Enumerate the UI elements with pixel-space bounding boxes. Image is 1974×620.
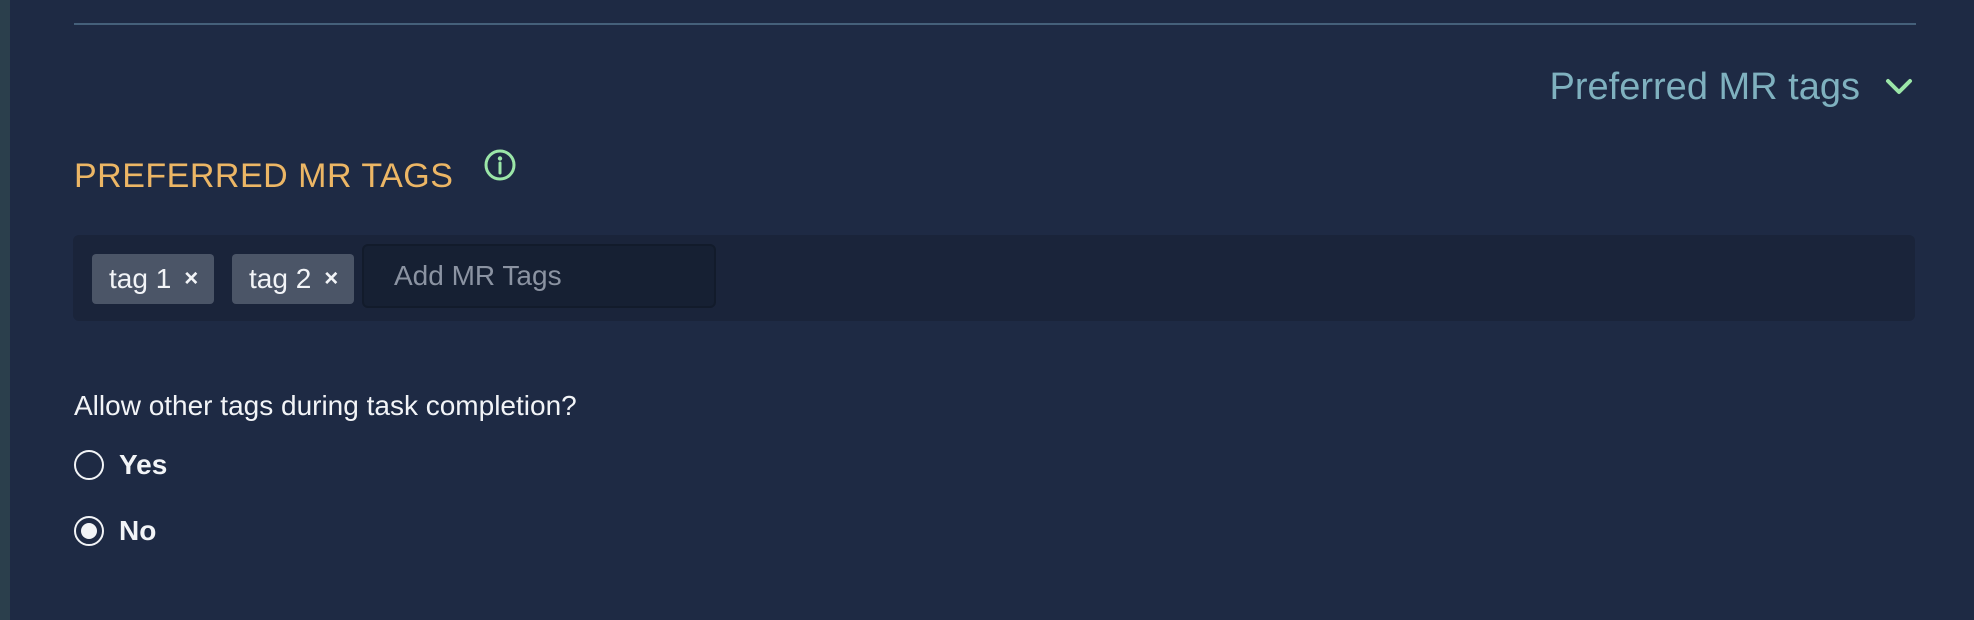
add-mr-tags-input[interactable] [362,244,716,308]
tag-chip-label: tag 2 [249,263,312,294]
section-heading: PREFERRED MR TAGS [74,157,454,195]
section-divider [74,23,1916,25]
info-icon[interactable] [483,148,517,182]
remove-tag-icon[interactable]: × [324,265,338,293]
left-edge-strip [0,0,10,620]
section-toggle-label: Preferred MR tags [1549,66,1860,108]
tag-chip-label: tag 1 [109,263,172,294]
chevron-down-icon [1886,79,1912,94]
remove-tag-icon[interactable]: × [184,265,198,293]
radio-label-no: No [119,515,157,546]
allow-other-tags-question: Allow other tags during task completion? [74,390,577,421]
section-heading-row: PREFERRED MR TAGS [74,148,517,204]
radio-label-yes: Yes [119,449,168,480]
tag-chip: tag 1 × [92,254,215,304]
mr-tags-field[interactable]: tag 1 × tag 2 × [73,235,1915,321]
radio-selected-dot [81,523,97,539]
preferred-mr-tags-toggle[interactable]: Preferred MR tags [1550,60,1916,114]
radio-option-yes[interactable]: Yes [74,446,167,484]
tag-chip: tag 2 × [232,254,355,304]
radio-button-yes[interactable] [74,450,104,480]
radio-option-no[interactable]: No [74,512,156,550]
radio-button-no[interactable] [74,516,104,546]
